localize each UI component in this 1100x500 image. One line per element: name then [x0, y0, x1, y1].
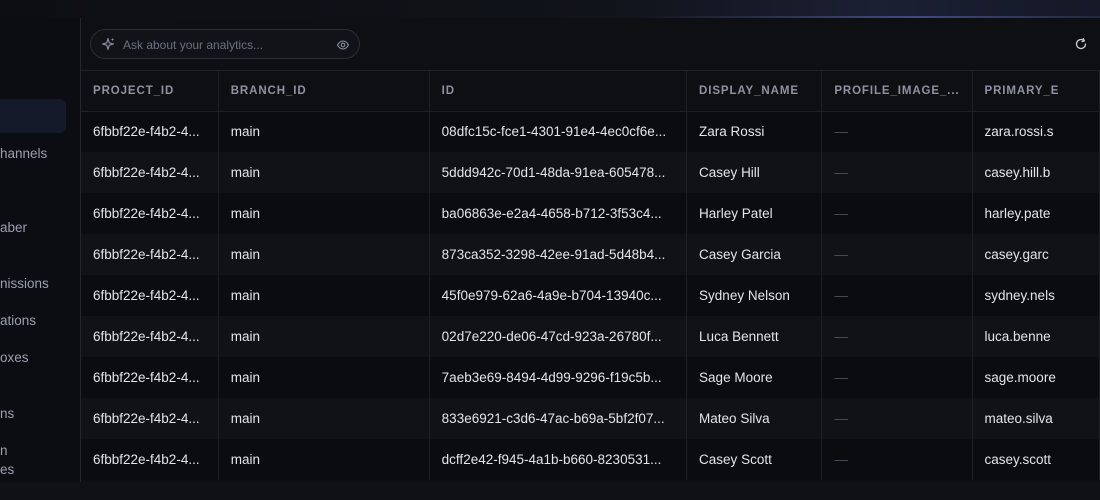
display-name-cell[interactable]: Casey Scott: [686, 439, 823, 480]
display-name-cell[interactable]: Harley Patel: [686, 193, 823, 234]
branch-id-cell[interactable]: main: [218, 398, 430, 439]
id-cell[interactable]: 7aeb3e69-8494-4d99-9296-f19c5b...: [429, 357, 688, 398]
display-name-cell[interactable]: Sage Moore: [686, 357, 823, 398]
primary-email-cell[interactable]: mateo.silva: [972, 398, 1100, 439]
primary-email-cell[interactable]: zara.rossi.s: [972, 111, 1100, 152]
sidebar-item-inboxes[interactable]: oxes: [0, 350, 29, 366]
sparkle-icon: [101, 37, 115, 51]
display-name-cell[interactable]: Casey Garcia: [686, 234, 823, 275]
primary-email-cell[interactable]: sydney.nels: [972, 275, 1100, 316]
project-id-cell[interactable]: 6fbbf22e-f4b2-4...: [81, 193, 219, 234]
table-row[interactable]: 6fbbf22e-f4b2-4... main dcff2e42-f945-4a1b…: [81, 439, 1100, 480]
id-cell[interactable]: 08dfc15c-fce1-4301-91e4-4ec0cf6e...: [429, 111, 688, 152]
project-id-cell[interactable]: 6fbbf22e-f4b2-4...: [81, 275, 219, 316]
primary-email-cell[interactable]: harley.pate: [972, 193, 1100, 234]
branch-id-cell[interactable]: main: [218, 193, 430, 234]
eye-icon[interactable]: [336, 38, 350, 52]
id-cell[interactable]: 873ca352-3298-42ee-91ad-5d48b4...: [429, 234, 688, 275]
sidebar-item-active[interactable]: [0, 99, 66, 133]
display-name-cell[interactable]: Mateo Silva: [686, 398, 823, 439]
profile-image-cell[interactable]: —: [821, 275, 973, 316]
profile-image-cell[interactable]: —: [821, 357, 973, 398]
top-bar: [0, 0, 1100, 18]
ask-analytics-box[interactable]: [90, 29, 360, 59]
column-header-display-name[interactable]: DISPLAY_NAME: [686, 71, 823, 112]
branch-id-cell[interactable]: main: [218, 111, 430, 152]
sidebar-item-templates-line2[interactable]: es: [0, 462, 14, 478]
profile-image-cell[interactable]: —: [821, 152, 973, 193]
id-cell[interactable]: 02d7e220-de06-47cd-923a-26780f...: [429, 316, 688, 357]
sidebar-item-channels[interactable]: hannels: [0, 146, 47, 162]
bottom-bar: [0, 482, 1100, 500]
project-id-cell[interactable]: 6fbbf22e-f4b2-4...: [81, 357, 219, 398]
refresh-icon[interactable]: [1074, 37, 1088, 51]
project-id-cell[interactable]: 6fbbf22e-f4b2-4...: [81, 234, 219, 275]
project-id-cell[interactable]: 6fbbf22e-f4b2-4...: [81, 111, 219, 152]
display-name-cell[interactable]: Casey Hill: [686, 152, 823, 193]
primary-email-cell[interactable]: casey.hill.b: [972, 152, 1100, 193]
sidebar-item-permissions[interactable]: nissions: [0, 276, 49, 292]
main-panel: PROJECT_ID BRANCH_ID ID DISPLAY_NAME PRO…: [81, 18, 1100, 482]
primary-email-cell[interactable]: casey.garc: [972, 234, 1100, 275]
sidebar-item-templates-line1[interactable]: n: [0, 443, 8, 459]
display-name-cell[interactable]: Luca Bennett: [686, 316, 823, 357]
id-cell[interactable]: 833e6921-c3d6-47ac-b69a-5bf2f07...: [429, 398, 688, 439]
branch-id-cell[interactable]: main: [218, 357, 430, 398]
table-row[interactable]: 6fbbf22e-f4b2-4... main 833e6921-c3d6-47ac…: [81, 398, 1100, 439]
data-table: PROJECT_ID BRANCH_ID ID DISPLAY_NAME PRO…: [81, 71, 1100, 480]
sidebar: hannels aber nissions ations oxes ns n e…: [0, 18, 80, 482]
primary-email-cell[interactable]: sage.moore: [972, 357, 1100, 398]
branch-id-cell[interactable]: main: [218, 152, 430, 193]
column-header-primary-email[interactable]: PRIMARY_E: [972, 71, 1100, 112]
column-header-branch-id[interactable]: BRANCH_ID: [218, 71, 430, 112]
table-row[interactable]: 6fbbf22e-f4b2-4... main 45f0e979-62a6-4a9e…: [81, 275, 1100, 316]
project-id-cell[interactable]: 6fbbf22e-f4b2-4...: [81, 152, 219, 193]
id-cell[interactable]: 5ddd942c-70d1-48da-91ea-605478...: [429, 152, 688, 193]
table-row[interactable]: 6fbbf22e-f4b2-4... main ba06863e-e2a4-4658…: [81, 193, 1100, 234]
profile-image-cell[interactable]: —: [821, 193, 973, 234]
profile-image-cell[interactable]: —: [821, 439, 973, 480]
sidebar-item-tokens[interactable]: ns: [0, 406, 14, 422]
sidebar-item-number[interactable]: aber: [0, 220, 27, 236]
ask-analytics-input[interactable]: [121, 35, 330, 55]
table-row[interactable]: 6fbbf22e-f4b2-4... main 02d7e220-de06-47cd…: [81, 316, 1100, 357]
profile-image-cell[interactable]: —: [821, 111, 973, 152]
data-table-container[interactable]: PROJECT_ID BRANCH_ID ID DISPLAY_NAME PRO…: [81, 71, 1100, 482]
id-cell[interactable]: ba06863e-e2a4-4658-b712-3f53c4...: [429, 193, 688, 234]
branch-id-cell[interactable]: main: [218, 275, 430, 316]
branch-id-cell[interactable]: main: [218, 439, 430, 480]
branch-id-cell[interactable]: main: [218, 234, 430, 275]
column-header-id[interactable]: ID: [429, 71, 688, 112]
display-name-cell[interactable]: Sydney Nelson: [686, 275, 823, 316]
project-id-cell[interactable]: 6fbbf22e-f4b2-4...: [81, 398, 219, 439]
column-header-profile-image[interactable]: PROFILE_IMAGE_...: [821, 71, 973, 112]
project-id-cell[interactable]: 6fbbf22e-f4b2-4...: [81, 316, 219, 357]
primary-email-cell[interactable]: casey.scott: [972, 439, 1100, 480]
profile-image-cell[interactable]: —: [821, 316, 973, 357]
primary-email-cell[interactable]: luca.benne: [972, 316, 1100, 357]
table-row[interactable]: 6fbbf22e-f4b2-4... main 7aeb3e69-8494-4d99…: [81, 357, 1100, 398]
display-name-cell[interactable]: Zara Rossi: [686, 111, 823, 152]
project-id-cell[interactable]: 6fbbf22e-f4b2-4...: [81, 439, 219, 480]
profile-image-cell[interactable]: —: [821, 234, 973, 275]
sidebar-item-integrations[interactable]: ations: [0, 313, 36, 329]
table-row[interactable]: 6fbbf22e-f4b2-4... main 5ddd942c-70d1-48da…: [81, 152, 1100, 193]
column-header-project-id[interactable]: PROJECT_ID: [81, 71, 219, 112]
table-row[interactable]: 6fbbf22e-f4b2-4... main 08dfc15c-fce1-4301…: [81, 111, 1100, 152]
table-header-row: PROJECT_ID BRANCH_ID ID DISPLAY_NAME PRO…: [81, 71, 1100, 112]
toolbar: [81, 18, 1100, 71]
table-row[interactable]: 6fbbf22e-f4b2-4... main 873ca352-3298-42ee…: [81, 234, 1100, 275]
branch-id-cell[interactable]: main: [218, 316, 430, 357]
id-cell[interactable]: dcff2e42-f945-4a1b-b660-8230531...: [429, 439, 688, 480]
profile-image-cell[interactable]: —: [821, 398, 973, 439]
id-cell[interactable]: 45f0e979-62a6-4a9e-b704-13940c...: [429, 275, 688, 316]
